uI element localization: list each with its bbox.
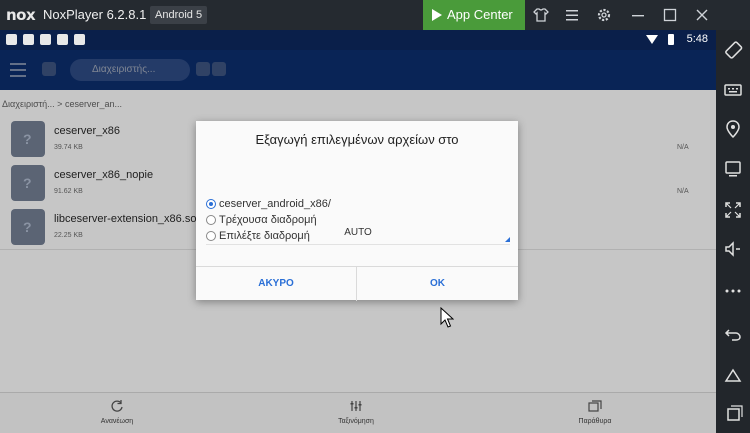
- encoding-value: AUTO: [344, 227, 372, 238]
- screen-icon[interactable]: [723, 159, 743, 179]
- sort-button[interactable]: Ταξινόμηση: [311, 393, 401, 433]
- breadcrumb-chip-label: Διαχειριστής...: [92, 64, 156, 75]
- status-clock: 5:48: [686, 33, 708, 45]
- file-name: ceserver_x86_nopie: [54, 169, 154, 181]
- file-size: 91.62 KB: [54, 188, 83, 195]
- sort-label: Ταξινόμηση: [338, 418, 374, 425]
- cancel-button[interactable]: ΑΚΥΡΟ: [196, 267, 357, 301]
- hamburger-menu-icon[interactable]: [10, 63, 26, 77]
- settings-icon[interactable]: [595, 6, 613, 24]
- maximize-icon[interactable]: [661, 6, 679, 24]
- option-label: ceserver_android_x86/: [219, 198, 331, 210]
- volume-down-icon[interactable]: [723, 239, 743, 259]
- windows-icon: [588, 399, 602, 413]
- extract-dialog: Εξαγωγή επιλεγμένων αρχείων στο ceserver…: [196, 121, 518, 301]
- wrench-icon: [40, 34, 51, 45]
- dialog-title: Εξαγωγή επιλεγμένων αρχείων στο: [255, 132, 459, 147]
- title-bar: nox NoxPlayer 6.2.8.1 Android 5 App Cent…: [0, 0, 750, 30]
- dropdown-arrow-icon: [505, 237, 510, 242]
- windows-label: Παράθυρα: [578, 418, 612, 425]
- android-status-bar: 5:48: [0, 30, 716, 50]
- option-folder[interactable]: ceserver_android_x86/: [206, 197, 331, 211]
- nox-player-window: nox NoxPlayer 6.2.8.1 Android 5 App Cent…: [0, 0, 750, 433]
- play-store-icon: [432, 9, 442, 21]
- file-date: N/A: [677, 144, 689, 151]
- notification-icon: [6, 34, 17, 45]
- recent-apps-icon[interactable]: [723, 403, 743, 423]
- notification-icons: [6, 34, 85, 46]
- file-date: N/A: [677, 188, 689, 195]
- sort-icon: [349, 399, 363, 413]
- refresh-icon: [110, 399, 124, 413]
- close-icon[interactable]: [693, 6, 711, 24]
- file-size: 39.74 KB: [54, 144, 83, 151]
- file-name: ceserver_x86: [54, 125, 121, 137]
- app-title: NoxPlayer 6.2.8.1: [43, 7, 147, 22]
- wifi-icon: [646, 35, 658, 44]
- dialog-buttons: ΑΚΥΡΟ OK: [196, 266, 518, 301]
- notification-icon: [57, 34, 68, 45]
- battery-icon: [668, 34, 674, 45]
- unknown-file-icon: [11, 209, 45, 245]
- app-center-button[interactable]: App Center: [423, 0, 525, 30]
- mouse-cursor-icon: [440, 307, 454, 328]
- home-folder-icon[interactable]: [42, 62, 56, 76]
- bottom-action-bar: Ανανέωση Ταξινόμηση Παράθυρα: [0, 392, 716, 433]
- cloud-icon[interactable]: [212, 62, 226, 76]
- notification-icon: [23, 34, 34, 45]
- rotate-screen-icon[interactable]: [723, 40, 743, 60]
- path-breadcrumb[interactable]: Διαχειριστή... > ceserver_an...: [0, 90, 716, 118]
- home-icon[interactable]: [723, 365, 743, 385]
- radio-selected[interactable]: [206, 199, 216, 209]
- back-icon[interactable]: [723, 324, 743, 344]
- location-icon[interactable]: [723, 119, 743, 139]
- nox-side-toolbar: [716, 30, 750, 433]
- notification-icon: [74, 34, 85, 45]
- refresh-button[interactable]: Ανανέωση: [72, 393, 162, 433]
- fullscreen-icon[interactable]: [723, 200, 743, 220]
- chat-icon[interactable]: [196, 62, 210, 76]
- file-size: 22.25 KB: [54, 232, 83, 239]
- minimize-icon[interactable]: [629, 6, 647, 24]
- app-center-label: App Center: [447, 7, 513, 22]
- unknown-file-icon: [11, 165, 45, 201]
- menu-icon[interactable]: [563, 6, 581, 24]
- file-name: libceserver-extension_x86.so: [54, 213, 197, 225]
- nox-logo: nox: [6, 6, 36, 24]
- keyboard-icon[interactable]: [723, 80, 743, 100]
- windows-button[interactable]: Παράθυρα: [550, 393, 640, 433]
- ok-button[interactable]: OK: [357, 267, 518, 301]
- android-version-badge: Android 5: [150, 6, 208, 24]
- file-manager-app-bar: Διαχειριστής...: [0, 50, 716, 90]
- encoding-select[interactable]: AUTO: [206, 221, 510, 245]
- more-icon[interactable]: [723, 281, 743, 301]
- shirt-icon[interactable]: [532, 6, 550, 24]
- refresh-label: Ανανέωση: [100, 418, 134, 425]
- unknown-file-icon: [11, 121, 45, 157]
- breadcrumb-chip[interactable]: Διαχειριστής...: [70, 59, 190, 81]
